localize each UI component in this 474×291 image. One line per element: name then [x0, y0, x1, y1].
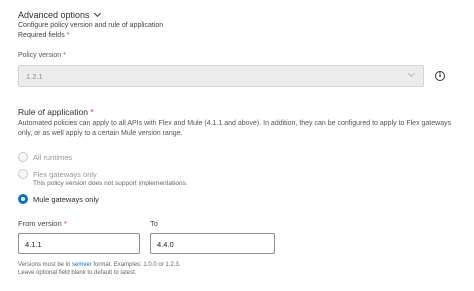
- radio-sublabel-flex-gateways-only: This policy version does not support imp…: [33, 180, 188, 187]
- radio-flex-gateways-only[interactable]: [18, 169, 28, 179]
- to-version-label: To: [150, 219, 158, 228]
- rule-of-application-description: Automated policies can apply to all APIs…: [18, 120, 452, 137]
- advanced-options-title: Advanced options: [18, 10, 90, 20]
- from-version-label: From version *: [18, 219, 67, 228]
- advanced-options-toggle[interactable]: Advanced options: [18, 9, 101, 20]
- chevron-down-icon: [93, 9, 101, 18]
- info-icon[interactable]: i: [435, 71, 445, 81]
- rule-of-application-title: Rule of application *: [18, 107, 94, 117]
- radio-all-runtimes[interactable]: [18, 152, 28, 162]
- radio-label-mule-gateways-only: Mule gateways only: [33, 195, 99, 204]
- to-version-value: 4.4.0: [157, 240, 174, 249]
- policy-version-label: Policy version *: [18, 52, 66, 59]
- to-version-input[interactable]: 4.4.0: [150, 233, 275, 254]
- required-fields-note: Required fields *: [18, 32, 70, 39]
- radio-label-all-runtimes: All runtimes: [33, 153, 73, 162]
- radio-mule-gateways-only[interactable]: [18, 194, 28, 204]
- from-version-input[interactable]: 4.1.1: [18, 233, 140, 254]
- advanced-options-description: Configure policy version and rule of app…: [18, 22, 164, 29]
- chevron-down-icon: [407, 69, 416, 78]
- from-version-value: 4.1.1: [25, 240, 42, 249]
- version-default-hint: Leave optional field blank to default to…: [18, 270, 137, 276]
- radio-label-flex-gateways-only: Flex gateways only: [33, 170, 97, 179]
- version-format-hint: Versions must be in semver format. Examp…: [18, 262, 181, 268]
- policy-version-value: 1.2.1: [26, 72, 43, 81]
- semver-link[interactable]: semver: [72, 262, 92, 268]
- policy-version-select[interactable]: 1.2.1: [18, 65, 424, 87]
